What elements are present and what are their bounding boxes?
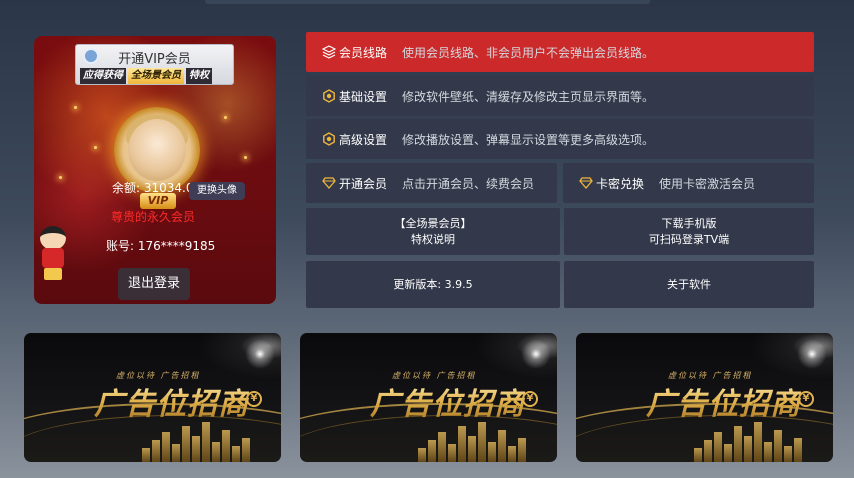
city-skyline-icon (694, 422, 804, 462)
top-bar (205, 0, 650, 4)
balance-text: 余额: 31034.06 (112, 181, 202, 195)
yuan-coin-icon: ¥ (798, 391, 814, 407)
ad-glow (245, 339, 275, 369)
menu-open-member-label: 开通会员 (339, 176, 388, 191)
full-member-subtitle: 特权说明 (411, 232, 455, 246)
open-vip-banner[interactable]: 开通VIP会员 应得获得 全场景会员 特权 (75, 44, 234, 85)
full-member-privilege-button[interactable]: 【全场景会员】 特权说明 (306, 208, 560, 255)
menu-member-line-label: 会员线路 (339, 45, 388, 60)
change-avatar-button[interactable]: 更换头像 (189, 182, 245, 200)
firework-spark (59, 176, 62, 179)
menu-card-redeem-desc: 使用卡密激活会员 (659, 176, 756, 191)
vip-tag-privilege: 特权 (186, 68, 212, 84)
menu-card-redeem-label: 卡密兑换 (596, 176, 645, 191)
menu-open-member[interactable]: 开通会员 点击开通会员、续费会员 (306, 163, 557, 203)
update-version-text: 更新版本: 3.9.5 (393, 277, 473, 291)
ad-banner-3[interactable]: 虚位以待 广告招租 广告位招商 ¥ (576, 333, 833, 462)
ad-banner-1[interactable]: 虚位以待 广告招租 广告位招商 ¥ (24, 333, 281, 462)
about-software-text: 关于软件 (667, 277, 711, 291)
menu-member-line[interactable]: 会员线路 使用会员线路、非会员用户不会弹出会员线路。 (306, 32, 814, 72)
full-member-title: 【全场景会员】 (394, 216, 472, 230)
city-skyline-icon (418, 422, 528, 462)
menu-advanced-settings[interactable]: 高级设置 修改播放设置、弹幕显示设置等更多高级选项。 (306, 119, 814, 159)
ad-banner-2[interactable]: 虚位以待 广告招租 广告位招商 ¥ (300, 333, 557, 462)
account-number: 账号: 176****9185 (106, 239, 216, 253)
firework-spark (74, 106, 77, 109)
avatar-image (128, 119, 186, 181)
ad-glow (521, 339, 551, 369)
menu-basic-settings-desc: 修改软件壁纸、清缓存及修改主页显示界面等。 (402, 89, 655, 104)
ad-title: 广告位招商 (94, 379, 249, 423)
logout-button[interactable]: 退出登录 (118, 268, 190, 300)
gear-icon (322, 132, 336, 146)
ad-glow (797, 339, 827, 369)
vip-banner-title: 开通VIP会员 (118, 52, 191, 67)
yuan-coin-icon: ¥ (246, 391, 262, 407)
menu-member-line-desc: 使用会员线路、非会员用户不会弹出会员线路。 (402, 45, 655, 60)
menu-advanced-settings-desc: 修改播放设置、弹幕显示设置等更多高级选项。 (402, 132, 655, 147)
city-skyline-icon (142, 422, 252, 462)
mascot-image (34, 226, 76, 286)
menu-basic-settings[interactable]: 基础设置 修改软件壁纸、清缓存及修改主页显示界面等。 (306, 76, 814, 116)
layers-icon (322, 45, 336, 59)
download-subtitle: 可扫码登录TV端 (648, 232, 730, 246)
ad-title: 广告位招商 (370, 379, 525, 423)
diamond-icon (579, 176, 593, 190)
gear-icon (322, 89, 336, 103)
update-version-button[interactable]: 更新版本: 3.9.5 (306, 261, 560, 308)
about-software-button[interactable]: 关于软件 (564, 261, 814, 308)
firework-spark (94, 146, 97, 149)
vip-tag-full-member: 全场景会员 (128, 68, 184, 84)
menu-basic-settings-label: 基础设置 (339, 89, 388, 104)
yuan-coin-icon: ¥ (522, 391, 538, 407)
profile-card: 开通VIP会员 应得获得 全场景会员 特权 VIP 余额: 31034.06 更… (34, 36, 276, 304)
ad-title: 广告位招商 (646, 379, 801, 423)
menu-open-member-desc: 点击开通会员、续费会员 (402, 176, 535, 191)
firework-spark (224, 116, 227, 119)
menu-advanced-settings-label: 高级设置 (339, 132, 388, 147)
download-mobile-button[interactable]: 下载手机版 可扫码登录TV端 (564, 208, 814, 255)
menu-card-redeem[interactable]: 卡密兑换 使用卡密激活会员 (563, 163, 814, 203)
firework-spark (244, 156, 247, 159)
member-status: 尊贵的永久会员 (111, 210, 196, 224)
diamond-icon (322, 176, 336, 190)
download-title: 下载手机版 (661, 216, 717, 230)
vip-tag-gain: 应得获得 (80, 68, 126, 84)
